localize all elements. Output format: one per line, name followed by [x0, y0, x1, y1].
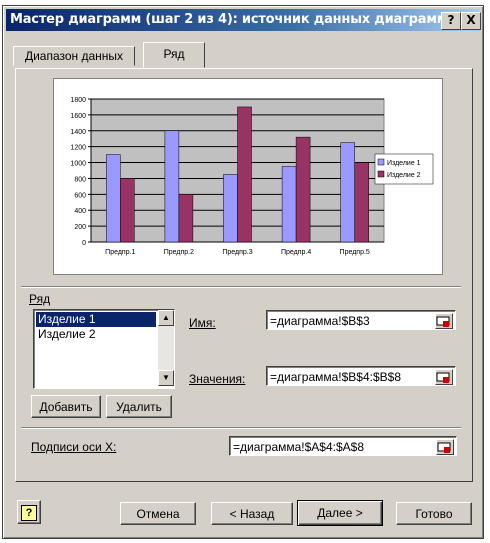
- finish-button[interactable]: Готово: [396, 502, 472, 525]
- legend-swatch: [377, 158, 385, 166]
- legend: [374, 153, 434, 185]
- y-tick-label: 1200: [70, 145, 86, 152]
- y-tick-label: 800: [74, 176, 86, 183]
- name-label: Имя:: [189, 316, 216, 330]
- help-button[interactable]: ?: [17, 500, 41, 524]
- close-button[interactable]: X: [461, 12, 481, 30]
- list-item-series-2[interactable]: Изделие 2: [36, 327, 156, 342]
- y-tick-label: 1000: [70, 161, 86, 168]
- values-label: Значения:: [189, 372, 246, 386]
- x-tick-label: Предпр.3: [222, 249, 252, 256]
- xlabels-label: Подписи оси X:: [31, 440, 117, 454]
- chart-svg: 0 200 400 600 800 1000 1200 1400 1600 1800 Предпр.…: [70, 97, 434, 256]
- add-series-button[interactable]: Добавить: [31, 395, 101, 418]
- y-tick-label: 0: [82, 240, 86, 247]
- bar-1: [164, 130, 180, 243]
- listbox-scrollbar[interactable]: ▲ ▼: [158, 310, 174, 386]
- y-tick-label: 1400: [70, 129, 86, 136]
- divider: [21, 286, 461, 288]
- bar-1: [106, 154, 121, 243]
- bar-2: [237, 106, 252, 243]
- name-field[interactable]: =диаграмма!$B$3: [266, 310, 456, 330]
- x-tick-label: Предпр.4: [281, 249, 311, 256]
- divider: [21, 427, 461, 429]
- y-tick-label: 400: [74, 208, 86, 215]
- series-listbox[interactable]: Изделие 1 Изделие 2 ▲ ▼: [33, 309, 175, 389]
- x-tick-label: Предпр.2: [164, 249, 194, 256]
- legend-label: Изделие 1: [387, 160, 421, 167]
- help-title-button[interactable]: ?: [441, 12, 461, 30]
- series-label: Ряд: [29, 292, 51, 306]
- values-field-value: =диаграмма!$B$4:$B$8: [270, 370, 402, 384]
- scroll-up-icon[interactable]: ▲: [158, 310, 174, 326]
- range-select-icon[interactable]: [435, 369, 453, 385]
- bar-2: [295, 136, 311, 243]
- bar-1: [340, 142, 355, 243]
- name-field-value: =диаграмма!$B$3: [270, 314, 370, 328]
- delete-series-button[interactable]: Удалить: [106, 395, 172, 418]
- scroll-down-icon[interactable]: ▼: [158, 370, 174, 386]
- bar-2: [354, 162, 369, 243]
- list-item-series-1[interactable]: Изделие 1: [36, 312, 156, 327]
- range-select-icon[interactable]: [436, 439, 454, 455]
- y-tick-label: 600: [74, 192, 86, 199]
- bar-1: [281, 166, 297, 243]
- x-tick-label: Предпр.5: [340, 249, 370, 256]
- legend-label: Изделие 2: [387, 172, 421, 179]
- title-bar[interactable]: Мастер диаграмм (шаг 2 из 4): источник д…: [6, 9, 481, 31]
- y-tick-label: 200: [74, 224, 86, 231]
- tab-series[interactable]: Ряд: [143, 42, 205, 68]
- y-tick-label: 1800: [70, 97, 86, 104]
- bar-2: [178, 194, 194, 243]
- cancel-button[interactable]: Отмена: [120, 502, 196, 525]
- legend-swatch: [377, 170, 385, 178]
- values-field[interactable]: =диаграмма!$B$4:$B$8: [266, 366, 456, 386]
- range-select-icon[interactable]: [435, 313, 453, 329]
- xlabels-field[interactable]: =диаграмма!$A$4:$A$8: [229, 436, 457, 456]
- tab-data-range[interactable]: Диапазон данных: [13, 46, 135, 66]
- bar-1: [223, 174, 238, 243]
- window-title: Мастер диаграмм (шаг 2 из 4): источник д…: [10, 12, 459, 27]
- bar-2: [120, 178, 135, 243]
- back-button[interactable]: < Назад: [211, 502, 293, 525]
- chart-preview: 0 200 400 600 800 1000 1200 1400 1600 1800 Предпр.…: [53, 78, 443, 275]
- next-button[interactable]: Далее >: [297, 500, 383, 526]
- x-tick-label: Предпр.1: [105, 249, 135, 256]
- xlabels-field-value: =диаграмма!$A$4:$A$8: [233, 440, 365, 454]
- help-icon: ?: [21, 505, 37, 521]
- y-tick-label: 1600: [70, 113, 86, 120]
- chart-wizard-dialog: Мастер диаграмм (шаг 2 из 4): источник д…: [2, 5, 484, 539]
